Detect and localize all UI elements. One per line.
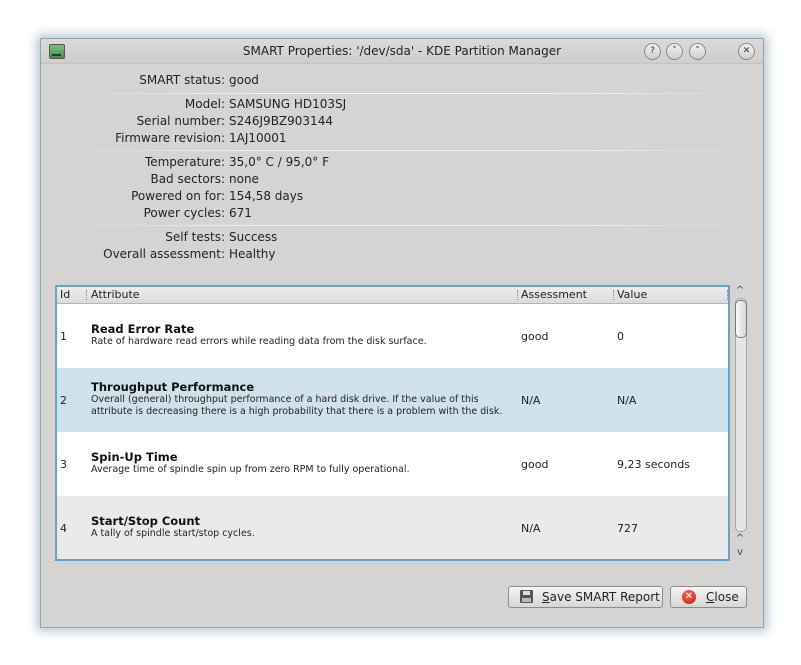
property-row-powered-on: Powered on for: 154,58 days [41, 188, 763, 205]
help-icon: ? [650, 46, 655, 56]
property-label: Model: [184, 97, 225, 111]
column-header-assessment[interactable]: Assessment [521, 288, 587, 301]
row-assessment: good [521, 330, 549, 343]
row-assessment: N/A [521, 394, 541, 407]
property-label: Temperature: [144, 155, 225, 169]
column-divider[interactable] [86, 290, 88, 300]
property-row-smart-status: SMART status: good [41, 72, 763, 89]
minimize-button[interactable]: ˅ [666, 43, 683, 60]
attribute-description: Average time of spindle spin up from zer… [91, 464, 410, 475]
column-header-attribute[interactable]: Attribute [91, 288, 140, 301]
table-row[interactable]: 1 Read Error Rate Rate of hardware read … [57, 304, 728, 368]
column-header-value[interactable]: Value [617, 288, 647, 301]
column-divider[interactable] [613, 290, 615, 300]
save-icon [520, 590, 533, 603]
column-header-id[interactable]: Id [60, 288, 70, 301]
attribute-description: Overall (general) throughput performance… [91, 394, 479, 405]
save-smart-report-button[interactable]: Save SMART Report [508, 586, 663, 608]
attribute-name: Spin-Up Time [91, 450, 178, 464]
close-icon: ✕ [742, 46, 751, 56]
close-icon: ✕ [682, 590, 696, 604]
property-label: Serial number: [136, 114, 225, 128]
attribute-description: Rate of hardware read errors while readi… [91, 336, 427, 347]
title-bar[interactable]: SMART Properties: '/dev/sda' - KDE Parti… [41, 39, 763, 64]
column-divider[interactable] [727, 290, 728, 300]
scroll-down-arrow-icon[interactable]: v [734, 547, 746, 559]
row-assessment: N/A [521, 522, 541, 535]
property-row-bad-sectors: Bad sectors: none [41, 171, 763, 188]
property-label: Power cycles: [143, 206, 225, 220]
separator [61, 150, 751, 151]
minimize-icon: ˅ [672, 46, 677, 56]
maximize-icon: ˄ [695, 46, 700, 56]
property-label: Powered on for: [131, 189, 225, 203]
property-label: Firmware revision: [115, 131, 225, 145]
table-header: Id Attribute Assessment Value [57, 287, 728, 304]
row-assessment: good [521, 458, 549, 471]
attribute-description-cont: attribute is decreasing there is a high … [91, 406, 503, 417]
separator [61, 225, 751, 226]
row-id: 2 [60, 394, 67, 407]
row-id: 4 [60, 522, 67, 535]
property-row-firmware-revision: Firmware revision: 1AJ10001 [41, 130, 763, 147]
property-row-temperature: Temperature: 35,0° C / 95,0° F [41, 154, 763, 171]
attribute-name: Read Error Rate [91, 322, 195, 336]
property-row-power-cycles: Power cycles: 671 [41, 205, 763, 222]
help-button[interactable]: ? [644, 43, 661, 60]
property-row-model: Model: SAMSUNG HD103SJ [41, 96, 763, 113]
maximize-button[interactable]: ˄ [689, 43, 706, 60]
row-id: 3 [60, 458, 67, 471]
close-button-label: Close [706, 590, 739, 604]
property-row-overall-assessment: Overall assessment: Healthy [41, 246, 763, 263]
table-row[interactable]: 4 Start/Stop Count A tally of spindle st… [57, 496, 728, 559]
property-value: 154,58 days [229, 189, 304, 203]
attribute-description: A tally of spindle start/stop cycles. [91, 528, 255, 539]
property-value: good [229, 73, 259, 87]
property-row-self-tests: Self tests: Success [41, 229, 763, 246]
row-value: 727 [617, 522, 638, 535]
property-value: 671 [229, 206, 252, 220]
attribute-name: Start/Stop Count [91, 514, 201, 528]
save-button-label: Save SMART Report [542, 590, 660, 604]
scroll-up-arrow-icon[interactable]: ^ [734, 285, 746, 297]
property-row-serial-number: Serial number: S246J9BZ903144 [41, 113, 763, 130]
smart-properties-window: SMART Properties: '/dev/sda' - KDE Parti… [40, 38, 764, 628]
table-vertical-scrollbar[interactable]: ^ ^ v [733, 285, 747, 561]
scrollbar-thumb[interactable] [735, 300, 747, 338]
close-button[interactable]: ✕ Close [670, 586, 747, 608]
property-value: 35,0° C / 95,0° F [229, 155, 330, 169]
property-value: S246J9BZ903144 [229, 114, 333, 128]
property-label: Overall assessment: [103, 247, 225, 261]
column-divider[interactable] [517, 290, 519, 300]
property-value: none [229, 172, 259, 186]
property-value: Healthy [229, 247, 276, 261]
property-value: SAMSUNG HD103SJ [229, 97, 347, 111]
attribute-name: Throughput Performance [91, 380, 255, 394]
table-row[interactable]: 3 Spin-Up Time Average time of spindle s… [57, 432, 728, 496]
property-label: Self tests: [165, 230, 225, 244]
table-row-selected[interactable]: 2 Throughput Performance Overall (genera… [57, 368, 728, 432]
scroll-up-arrow-icon[interactable]: ^ [734, 533, 746, 545]
row-value: N/A [617, 394, 637, 407]
row-id: 1 [60, 330, 67, 343]
property-value: Success [229, 230, 278, 244]
row-value: 0 [617, 330, 624, 343]
row-value: 9,23 seconds [617, 458, 690, 471]
property-value: 1AJ10001 [229, 131, 287, 145]
property-label: SMART status: [139, 73, 225, 87]
property-label: Bad sectors: [150, 172, 225, 186]
separator [61, 93, 751, 94]
close-window-button[interactable]: ✕ [738, 43, 755, 60]
smart-attributes-table[interactable]: Id Attribute Assessment Value 1 Read Err… [55, 285, 730, 561]
